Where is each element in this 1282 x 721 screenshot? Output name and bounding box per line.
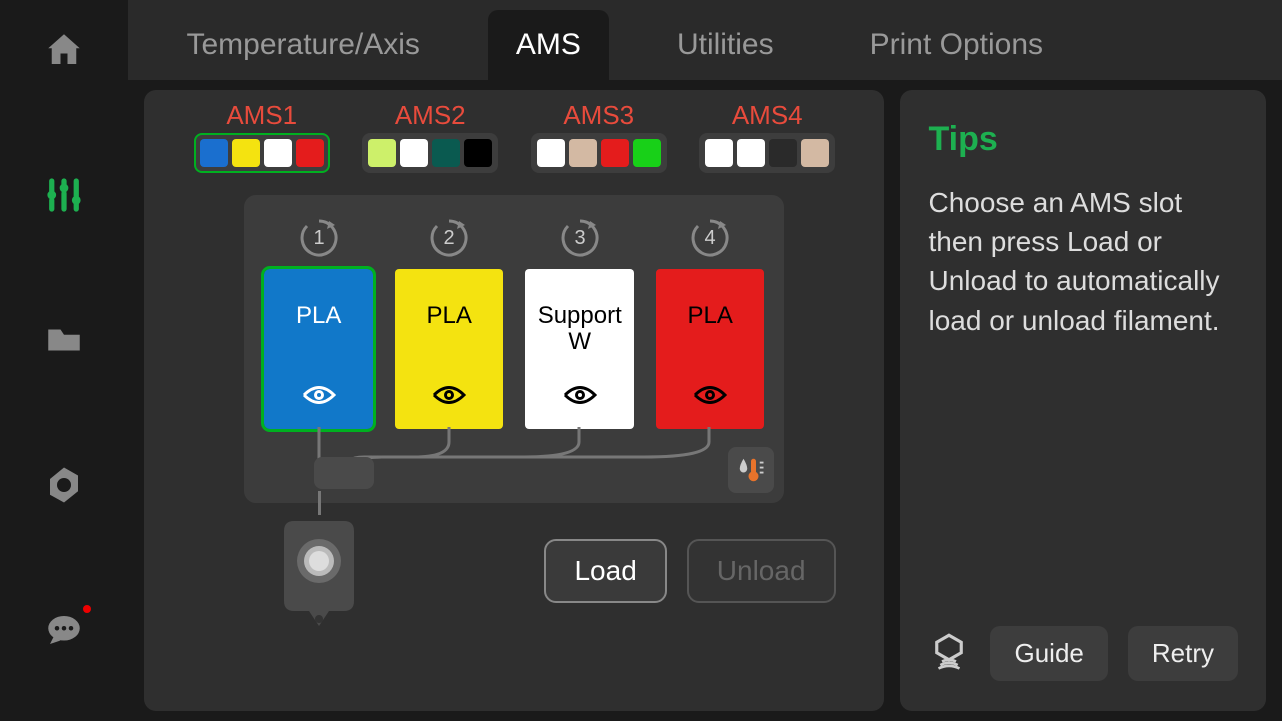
rfid-icon: [928, 630, 970, 672]
eye-icon: [693, 384, 727, 413]
slot-refresh-icon: 4: [687, 215, 733, 261]
ams-unit-selector: AMS1 AMS2 AMS3 AMS4: [164, 100, 864, 183]
main: Temperature/Axis AMS Utilities Print Opt…: [128, 0, 1282, 721]
ams-bottom-row: Load Unload: [164, 511, 864, 631]
ams-unit-swatches: [194, 133, 330, 173]
ams-unit-3[interactable]: AMS3: [521, 100, 676, 173]
color-swatch: [769, 139, 797, 167]
tab-bar: Temperature/Axis AMS Utilities Print Opt…: [128, 0, 1282, 80]
sidebar-item-chat[interactable]: [39, 605, 89, 655]
ams-panel: AMS1 AMS2 AMS3 AMS4 1 PLA 2 PLA 3 SupportW 4 PLA: [144, 90, 884, 711]
load-unload-buttons: Load Unload: [544, 539, 835, 603]
slot-refresh-icon: 3: [557, 215, 603, 261]
chat-icon: [43, 609, 85, 651]
ams-slot-4[interactable]: 4 PLA: [656, 215, 765, 429]
nut-icon: [43, 464, 85, 506]
color-swatch: [200, 139, 228, 167]
slot-card[interactable]: PLA: [395, 269, 504, 429]
ams-slot-2[interactable]: 2 PLA: [395, 215, 504, 429]
notification-badge: [83, 605, 91, 613]
thermometer-icon: [736, 455, 766, 485]
tab-ams[interactable]: AMS: [488, 10, 609, 80]
ams-unit-label: AMS1: [226, 100, 297, 131]
eye-icon: [302, 384, 336, 413]
slot-refresh-icon: 2: [426, 215, 472, 261]
footer-actions: Guide Retry: [928, 612, 1238, 681]
svg-text:4: 4: [705, 227, 716, 249]
eye-icon: [432, 384, 466, 413]
slot-material-label: PLA: [427, 303, 472, 329]
slot-card[interactable]: SupportW: [525, 269, 634, 429]
extruder-icon: [274, 511, 364, 631]
slot-card[interactable]: PLA: [264, 269, 373, 429]
ams-slot-3[interactable]: 3 SupportW: [525, 215, 634, 429]
retry-button[interactable]: Retry: [1128, 626, 1238, 681]
sidebar-item-settings[interactable]: [39, 170, 89, 220]
ams-hub: [314, 457, 374, 489]
sidebar-item-maintenance[interactable]: [39, 460, 89, 510]
svg-text:1: 1: [313, 227, 324, 249]
ams-unit-2[interactable]: AMS2: [353, 100, 508, 173]
color-swatch: [737, 139, 765, 167]
color-swatch: [432, 139, 460, 167]
color-swatch: [296, 139, 324, 167]
color-swatch: [368, 139, 396, 167]
color-swatch: [264, 139, 292, 167]
color-swatch: [633, 139, 661, 167]
tips-panel: Tips Choose an AMS slot then press Load …: [900, 90, 1266, 711]
ams-unit-swatches: [531, 133, 667, 173]
color-swatch: [232, 139, 260, 167]
filament-connectors: [264, 427, 764, 487]
color-swatch: [705, 139, 733, 167]
rfid-button[interactable]: [928, 630, 970, 677]
ams-unit-swatches: [362, 133, 498, 173]
slot-material-label: PLA: [688, 303, 733, 329]
home-icon: [43, 29, 85, 71]
ams-unit-swatches: [699, 133, 835, 173]
sidebar: [0, 0, 128, 721]
tab-print-options[interactable]: Print Options: [842, 10, 1071, 80]
svg-text:2: 2: [444, 227, 455, 249]
ams-slot-row: 1 PLA 2 PLA 3 SupportW 4 PLA: [264, 215, 764, 429]
ams-unit-4[interactable]: AMS4: [690, 100, 845, 173]
content: AMS1 AMS2 AMS3 AMS4 1 PLA 2 PLA 3 SupportW 4 PLA: [128, 80, 1282, 721]
tab-utilities[interactable]: Utilities: [649, 10, 802, 80]
eye-icon: [563, 384, 597, 413]
unload-button[interactable]: Unload: [687, 539, 836, 603]
color-swatch: [537, 139, 565, 167]
humidity-temp-button[interactable]: [728, 447, 774, 493]
color-swatch: [801, 139, 829, 167]
tab-temperature-axis[interactable]: Temperature/Axis: [158, 10, 447, 80]
ams-unit-label: AMS4: [732, 100, 803, 131]
color-swatch: [601, 139, 629, 167]
ams-unit-1[interactable]: AMS1: [184, 100, 339, 173]
color-swatch: [569, 139, 597, 167]
sidebar-item-files[interactable]: [39, 315, 89, 365]
color-swatch: [400, 139, 428, 167]
load-button[interactable]: Load: [544, 539, 666, 603]
tips-body: Choose an AMS slot then press Load or Un…: [928, 183, 1238, 340]
slot-material-label: PLA: [296, 303, 341, 329]
slot-material-label: SupportW: [538, 303, 622, 356]
color-swatch: [464, 139, 492, 167]
ams-unit-label: AMS2: [395, 100, 466, 131]
slot-refresh-icon: 1: [296, 215, 342, 261]
sliders-icon: [43, 174, 85, 216]
ams-unit-label: AMS3: [563, 100, 634, 131]
guide-button[interactable]: Guide: [990, 626, 1107, 681]
slot-card[interactable]: PLA: [656, 269, 765, 429]
tips-title: Tips: [928, 120, 1238, 159]
folder-icon: [43, 319, 85, 361]
ams-slot-1[interactable]: 1 PLA: [264, 215, 373, 429]
sidebar-item-home[interactable]: [39, 25, 89, 75]
svg-text:3: 3: [574, 227, 585, 249]
ams-slot-area: 1 PLA 2 PLA 3 SupportW 4 PLA: [244, 195, 784, 503]
